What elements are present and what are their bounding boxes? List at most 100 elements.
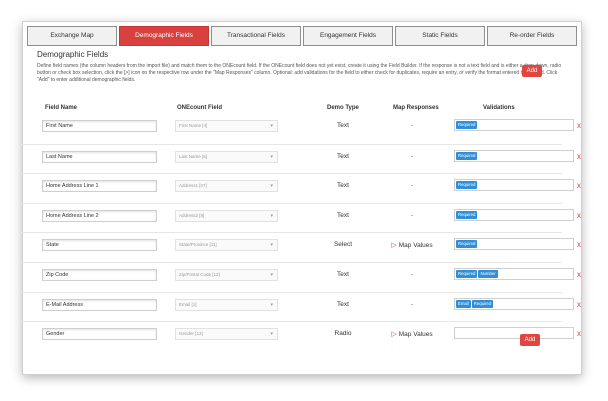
tab-transactional-fields[interactable]: Transactional Fields xyxy=(211,26,301,46)
column-header-map-responses: Map Responses xyxy=(393,105,439,111)
validation-badge[interactable]: Required xyxy=(456,210,478,219)
onecount-field-value: First Name [4] xyxy=(179,123,208,128)
chevron-down-icon: ▾ xyxy=(270,212,273,219)
table-row: Last Name Last Name [5] ▾ Text - Required x xyxy=(22,143,581,174)
map-responses-placeholder: - xyxy=(410,182,414,190)
tab-demographic-fields[interactable]: Demographic Fields xyxy=(119,26,209,46)
onecount-field-value: Last Name [5] xyxy=(179,153,208,159)
field-name-input[interactable]: Gender xyxy=(42,328,157,341)
chevron-down-icon: ▾ xyxy=(270,183,273,190)
chevron-down-icon: ▾ xyxy=(270,331,273,338)
field-name-input[interactable]: Zip Code xyxy=(42,268,157,281)
add-field-button-top[interactable]: Add xyxy=(522,65,542,77)
validations-input[interactable]: Required xyxy=(454,119,574,131)
map-values-label: Map Values xyxy=(398,331,433,339)
field-name-input[interactable]: First Name xyxy=(42,120,157,132)
triangle-right-icon: ▷ xyxy=(391,331,397,339)
onecount-field-select[interactable]: Email [1] ▾ xyxy=(175,298,278,311)
column-header-onecount-field: ONEcount Field xyxy=(177,105,222,111)
demo-type-text: Text xyxy=(337,300,349,308)
validations-input[interactable]: Required Number xyxy=(454,267,574,280)
tab-static-fields[interactable]: Static Fields xyxy=(395,26,485,46)
map-responses-placeholder: - xyxy=(410,300,414,308)
delete-row-icon[interactable]: x xyxy=(577,240,581,249)
field-name-input[interactable]: E-Mail Address xyxy=(42,298,157,311)
chevron-down-icon: ▾ xyxy=(270,271,273,278)
validation-badge[interactable]: Required xyxy=(456,121,478,129)
validations-input[interactable]: Required xyxy=(454,179,574,192)
onecount-field-value: Address1 [07] xyxy=(179,183,207,189)
table-row: Home Address Line 1 Address1 [07] ▾ Text - Re… xyxy=(22,173,581,203)
map-values-link[interactable]: ▷ Map Values xyxy=(384,241,440,249)
onecount-field-value: State/Province [11] xyxy=(179,242,217,248)
delete-row-icon[interactable]: x xyxy=(577,211,581,220)
delete-row-icon[interactable]: x xyxy=(577,270,581,279)
onecount-field-value: Email [1] xyxy=(179,301,197,307)
field-name-input[interactable]: Last Name xyxy=(42,150,157,163)
field-mapping-table: First Name First Name [4] ▾ Text - Required x L… xyxy=(22,114,581,351)
tab-engagement-fields[interactable]: Engagement Fields xyxy=(303,26,393,46)
chevron-down-icon: ▾ xyxy=(270,153,273,160)
field-name-input[interactable]: Home Address Line 2 xyxy=(42,209,157,222)
table-row: Zip Code Zip/Postal Code [12] ▾ Text - Requir… xyxy=(22,261,581,292)
column-header-field-name: Field Name xyxy=(45,105,78,111)
validation-badge[interactable]: Required xyxy=(456,269,478,278)
map-responses-placeholder: - xyxy=(410,122,414,129)
map-responses-placeholder: - xyxy=(410,270,414,278)
section-description: Define field names (the column headers f… xyxy=(37,63,562,83)
validation-badge[interactable]: Required xyxy=(456,240,478,249)
onecount-field-select[interactable]: Zip/Postal Code [12] ▾ xyxy=(175,268,278,281)
table-row: Home Address Line 2 Address2 [8] ▾ Text - Req… xyxy=(22,202,581,233)
delete-row-icon[interactable]: x xyxy=(577,329,581,338)
delete-row-icon[interactable]: x xyxy=(577,181,581,190)
validation-badge[interactable]: Required xyxy=(456,181,478,190)
map-values-label: Map Values xyxy=(398,242,433,250)
onecount-field-select[interactable]: First Name [4] ▾ xyxy=(175,120,278,132)
validation-badge[interactable]: Email xyxy=(456,299,471,308)
demo-type-text: Radio xyxy=(334,330,352,338)
triangle-right-icon: ▷ xyxy=(391,242,397,250)
validations-input[interactable]: Required xyxy=(454,208,574,221)
validation-badge[interactable]: Number xyxy=(478,269,498,278)
validations-input[interactable] xyxy=(454,327,574,340)
demo-type-text: Text xyxy=(337,182,349,190)
delete-row-icon[interactable]: x xyxy=(577,152,581,161)
column-header-validations: Validations xyxy=(483,105,515,111)
delete-row-icon[interactable]: x xyxy=(577,121,581,130)
table-row: First Name First Name [4] ▾ Text - Required x xyxy=(22,114,581,144)
tab-bar: Exchange Map Demographic Fields Transact… xyxy=(23,22,581,46)
table-row: Gender Gender [13] ▾ Radio ▷ Map Values x xyxy=(22,321,581,351)
onecount-field-value: Zip/Postal Code [12] xyxy=(179,271,220,277)
demo-type-text: Text xyxy=(337,152,349,160)
column-header-demo-type: Demo Type xyxy=(327,105,359,111)
validations-input[interactable]: Required xyxy=(454,238,574,251)
delete-row-icon[interactable]: x xyxy=(577,300,581,309)
section-title: Demographic Fields xyxy=(37,50,109,59)
field-name-input[interactable]: Home Address Line 1 xyxy=(42,180,157,193)
onecount-field-select[interactable]: State/Province [11] ▾ xyxy=(175,239,278,252)
add-field-button-bottom[interactable]: Add xyxy=(520,334,540,346)
table-row: State State/Province [11] ▾ Select ▷ Map Valu… xyxy=(22,232,581,262)
demo-type-text: Text xyxy=(337,122,349,129)
onecount-field-select[interactable]: Address2 [8] ▾ xyxy=(175,209,278,222)
onecount-field-value: Gender [13] xyxy=(179,331,203,337)
validation-badge[interactable]: Required xyxy=(471,299,494,308)
onecount-field-value: Address2 [8] xyxy=(179,212,205,218)
map-responses-placeholder: - xyxy=(410,152,414,160)
chevron-down-icon: ▾ xyxy=(270,301,273,308)
table-row: E-Mail Address Email [1] ▾ Text - Email Requir… xyxy=(22,291,581,322)
validations-input[interactable]: Required xyxy=(454,149,574,162)
map-values-link[interactable]: ▷ Map Values xyxy=(384,330,440,338)
demo-type-text: Text xyxy=(337,270,349,278)
tab-reorder-fields[interactable]: Re-order Fields xyxy=(487,26,577,46)
tab-exchange-map[interactable]: Exchange Map xyxy=(27,26,117,46)
validation-badge[interactable]: Required xyxy=(456,151,478,160)
chevron-down-icon: ▾ xyxy=(270,242,273,249)
onecount-field-select[interactable]: Gender [13] ▾ xyxy=(175,328,278,341)
map-responses-placeholder: - xyxy=(410,211,414,219)
validations-input[interactable]: Email Required xyxy=(454,297,574,310)
content-area: Demographic Fields Define field names (t… xyxy=(37,50,571,83)
field-name-input[interactable]: State xyxy=(42,239,157,252)
onecount-field-select[interactable]: Address1 [07] ▾ xyxy=(175,180,278,193)
onecount-field-select[interactable]: Last Name [5] ▾ xyxy=(175,150,278,163)
